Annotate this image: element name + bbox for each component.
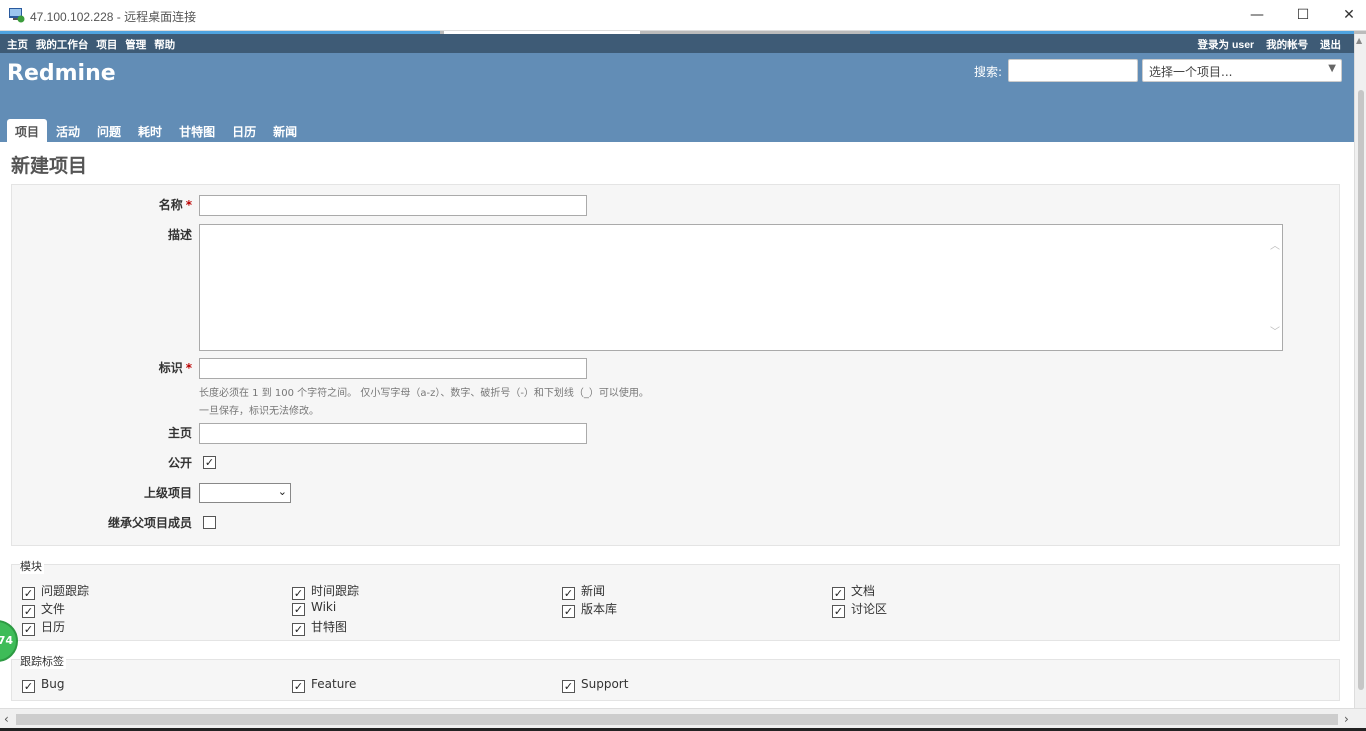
project-jump-select[interactable]: 选择一个项目... ▼ [1142,59,1342,82]
tab-projects[interactable]: 项目 [7,119,48,142]
top-menu-my-page[interactable]: 我的工作台 [36,39,89,51]
name-field[interactable] [199,195,587,216]
module-checkbox[interactable]: ✓ [562,587,575,600]
top-menu-help[interactable]: 帮助 [154,39,175,51]
module-documents[interactable]: ✓ 文档 [832,582,875,600]
modules-fieldset [11,564,1340,641]
tab-issues[interactable]: 问题 [89,119,129,142]
module-checkbox[interactable]: ✓ [562,605,575,618]
chevron-down-icon: ▼ [1328,63,1336,74]
my-account-link[interactable]: 我的帐号 [1266,39,1308,51]
parent-label: 上级项目 [143,486,192,500]
tab-gantt[interactable]: 甘特图 [171,119,223,142]
remote-desktop-icon [9,8,25,23]
public-checkbox[interactable]: ✓ [203,456,216,469]
project-form-box: 名称 * 描述 ︿ ﹀ 标识 * 长度必须在 1 到 100 个字符之间。 仅小写字… [11,184,1340,546]
horizontal-scroll-thumb[interactable] [16,714,1338,725]
top-menu-home[interactable]: 主页 [7,39,28,51]
identifier-field[interactable] [199,358,587,379]
tracker-checkbox[interactable]: ✓ [562,680,575,693]
tracker-checkbox[interactable]: ✓ [292,680,305,693]
inherit-members-checkbox[interactable] [203,516,216,529]
main-menu: 项目 活动 问题 耗时 甘特图 日历 新闻 [7,119,306,142]
tab-activity[interactable]: 活动 [48,119,88,142]
vertical-scrollbar[interactable]: ▲ [1354,34,1366,708]
trackers-fieldset [11,659,1340,701]
scroll-right-icon[interactable]: › [1344,712,1349,726]
window-title: 47.100.102.228 - 远程桌面连接 [30,10,197,24]
project-jump-value: 选择一个项目... [1149,65,1233,79]
tracker-feature[interactable]: ✓ Feature [292,677,356,693]
scroll-up-icon[interactable]: ▲ [1356,36,1362,45]
search-input[interactable] [1008,59,1138,82]
module-calendar[interactable]: ✓ 日历 [22,618,65,636]
module-time-tracking[interactable]: ✓ 时间跟踪 [292,582,359,600]
top-menu-admin[interactable]: 管理 [125,39,146,51]
maximize-button[interactable]: ☐ [1280,0,1326,31]
parent-project-select[interactable]: ⌄ [199,483,291,503]
module-checkbox[interactable]: ✓ [832,587,845,600]
name-label: 名称 * [158,198,192,212]
module-boards[interactable]: ✓ 讨论区 [832,600,887,618]
identifier-label: 标识 * [158,361,192,375]
tab-news[interactable]: 新闻 [265,119,305,142]
public-label: 公开 [167,456,192,470]
scroll-left-icon[interactable]: ‹ [4,712,9,726]
module-checkbox[interactable]: ✓ [22,587,35,600]
module-news[interactable]: ✓ 新闻 [562,582,605,600]
tab-spent-time[interactable]: 耗时 [130,119,170,142]
identifier-hint-immutable: 一旦保存，标识无法修改。 [199,406,319,417]
vertical-scroll-thumb[interactable] [1358,90,1364,690]
module-checkbox[interactable]: ✓ [292,603,305,616]
header: Redmine 搜索: 选择一个项目... ▼ 项目 活动 问题 耗时 甘特图 日历 新闻 [0,53,1354,142]
modules-legend: 模块 [20,558,44,574]
module-repository[interactable]: ✓ 版本库 [562,600,617,618]
scroll-down-icon[interactable]: ﹀ [1270,323,1280,338]
top-menu-projects[interactable]: 项目 [96,39,117,51]
trackers-legend: 跟踪标签 [20,653,66,669]
site-title[interactable]: Redmine [7,61,116,86]
horizontal-scrollbar[interactable]: ‹ › [0,708,1366,731]
top-menu: 主页 我的工作台 项目 管理 帮助 登录为 user 我的帐号 退出 [0,34,1354,53]
module-checkbox[interactable]: ✓ [292,623,305,636]
page-title: 新建项目 [11,155,88,177]
homepage-label: 主页 [167,426,192,440]
tracker-checkbox[interactable]: ✓ [22,680,35,693]
tab-calendar[interactable]: 日历 [224,119,264,142]
description-textarea[interactable]: ︿ ﹀ [199,224,1283,351]
module-gantt[interactable]: ✓ 甘特图 [292,618,347,636]
module-files[interactable]: ✓ 文件 [22,600,65,618]
identifier-hint: 长度必须在 1 到 100 个字符之间。 仅小写字母（a-z）、数字、破折号（-… [199,388,649,399]
tracker-support[interactable]: ✓ Support [562,677,628,693]
module-checkbox[interactable]: ✓ [22,605,35,618]
logout-link[interactable]: 退出 [1320,39,1341,51]
minimize-button[interactable]: — [1234,0,1280,31]
logged-in-as[interactable]: 登录为 user [1198,39,1255,51]
module-wiki[interactable]: ✓ Wiki [292,600,336,616]
module-issue-tracking[interactable]: ✓ 问题跟踪 [22,582,89,600]
module-checkbox[interactable]: ✓ [292,587,305,600]
content: 新建项目 名称 * 描述 ︿ ﹀ 标识 * 长度必须在 1 到 100 个字符之间。… [0,142,1354,708]
search-label: 搜索: [974,65,1003,79]
inherit-members-label: 继承父项目成员 [107,516,192,530]
scroll-up-icon[interactable]: ︿ [1270,237,1280,252]
close-button[interactable]: ✕ [1326,0,1366,31]
window-titlebar: 47.100.102.228 - 远程桌面连接 — ☐ ✕ [0,0,1366,31]
module-checkbox[interactable]: ✓ [832,605,845,618]
description-label: 描述 [167,228,192,242]
tracker-bug[interactable]: ✓ Bug [22,677,64,693]
chevron-down-icon: ⌄ [277,485,287,498]
module-checkbox[interactable]: ✓ [22,623,35,636]
homepage-field[interactable] [199,423,587,444]
